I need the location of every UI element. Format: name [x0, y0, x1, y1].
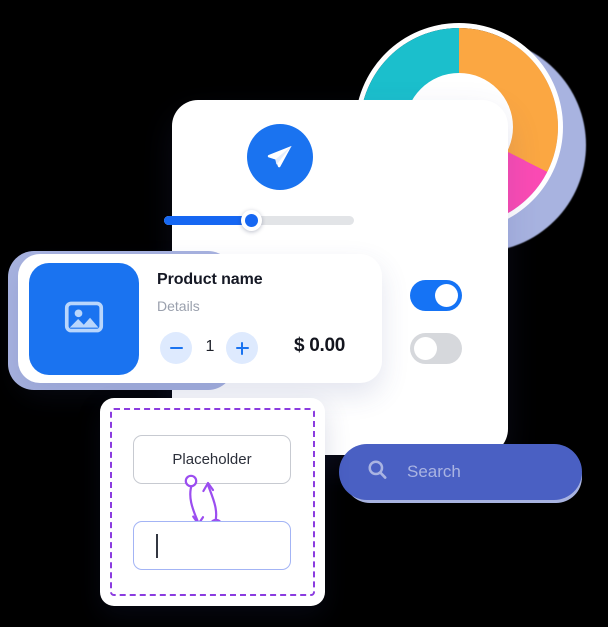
product-details: Details	[157, 298, 200, 314]
text-cursor	[156, 533, 158, 558]
send-button[interactable]	[247, 124, 313, 190]
quantity-increment-button[interactable]	[226, 332, 258, 364]
quantity-value: 1	[205, 338, 215, 355]
slider-thumb[interactable]	[240, 210, 262, 231]
slider-fill	[164, 216, 252, 225]
illustration-canvas: Product name Details 1 $ 0.00 Search Pla…	[0, 0, 608, 627]
toggle-switch-off[interactable]	[410, 333, 462, 364]
send-paper-plane-icon	[265, 142, 295, 172]
search-bar[interactable]: Search	[339, 444, 582, 500]
product-thumbnail[interactable]	[29, 263, 139, 375]
toggle-switch-on[interactable]	[410, 280, 462, 311]
image-placeholder-icon	[62, 295, 106, 344]
toggle-knob	[414, 337, 437, 360]
search-icon	[366, 458, 389, 486]
plus-icon-vertical	[240, 341, 244, 355]
volume-slider[interactable]	[164, 210, 354, 231]
toggle-knob	[435, 284, 458, 307]
placeholder-field-label: Placeholder	[172, 451, 252, 468]
product-name: Product name	[157, 271, 263, 288]
product-price: $ 0.00	[294, 335, 346, 356]
focused-text-field[interactable]	[133, 521, 291, 570]
search-placeholder-text: Search	[407, 462, 461, 481]
quantity-decrement-button[interactable]	[160, 332, 192, 364]
minus-icon	[169, 346, 183, 350]
